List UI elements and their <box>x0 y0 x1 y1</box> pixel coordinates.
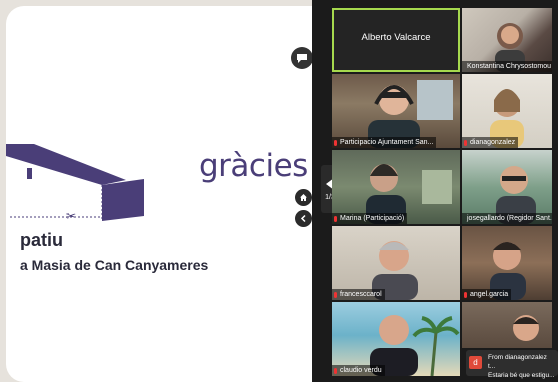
chat-icon <box>297 53 307 63</box>
participant-label: dianagonzalez <box>462 137 519 148</box>
mic-muted-icon <box>464 139 467 146</box>
video-tile-active-speaker[interactable]: Alberto Valcarce <box>332 8 460 72</box>
svg-text:✂: ✂ <box>66 209 76 223</box>
video-tile[interactable]: Participacio Ajuntament San... <box>332 74 460 148</box>
video-tile[interactable] <box>462 302 552 348</box>
house-illustration: ✂ <box>6 144 144 223</box>
sender-avatar: d <box>469 356 482 369</box>
back-arrow-icon <box>300 214 306 223</box>
video-tile[interactable]: Marina (Participació) <box>332 150 460 224</box>
mic-muted-icon <box>334 215 337 222</box>
mic-muted-icon <box>334 139 337 146</box>
thanks-text: gràcies! <box>199 148 312 184</box>
toast-line-1: From dianagonzalez t... <box>488 354 547 370</box>
home-button[interactable] <box>295 189 312 206</box>
video-tile[interactable]: francesccarol <box>332 226 460 300</box>
participant-label: Marina (Participació) <box>332 213 408 224</box>
video-tile[interactable]: claudio verdu <box>332 302 460 376</box>
back-button[interactable] <box>295 210 312 227</box>
toast-line-2: Estaria bé que estigu... <box>488 372 555 379</box>
video-tile[interactable]: dianagonzalez <box>462 74 552 148</box>
slide-subtitle: a Masia de Can Canyameres <box>20 257 209 273</box>
mic-muted-icon <box>464 291 467 298</box>
presentation-slide: ✂ gràcies! patiu a Masia de Can Canyamer… <box>6 6 312 382</box>
home-icon <box>300 194 307 201</box>
participant-label: claudio verdu <box>332 365 385 376</box>
chat-notification[interactable]: d From dianagonzalez t... Estaria bé que… <box>466 350 558 379</box>
participant-name: Alberto Valcarce <box>361 32 431 43</box>
slide-title: patiu <box>20 230 63 250</box>
participant-label: josegallardo (Regidor Sant... <box>462 213 552 224</box>
participant-video <box>513 315 539 341</box>
video-tile[interactable]: Konstantina Chrysostomou <box>462 8 552 72</box>
chat-bubble-button[interactable] <box>291 47 312 69</box>
participant-label: francesccarol <box>332 289 385 300</box>
video-tile[interactable]: angel.garcia <box>462 226 552 300</box>
mic-muted-icon <box>334 291 337 298</box>
participant-label: Konstantina Chrysostomou <box>462 61 552 72</box>
participant-label: angel.garcia <box>462 289 512 300</box>
mic-muted-icon <box>334 367 337 374</box>
video-tile[interactable]: josegallardo (Regidor Sant... <box>462 150 552 224</box>
participant-label: Participacio Ajuntament San... <box>332 137 437 148</box>
